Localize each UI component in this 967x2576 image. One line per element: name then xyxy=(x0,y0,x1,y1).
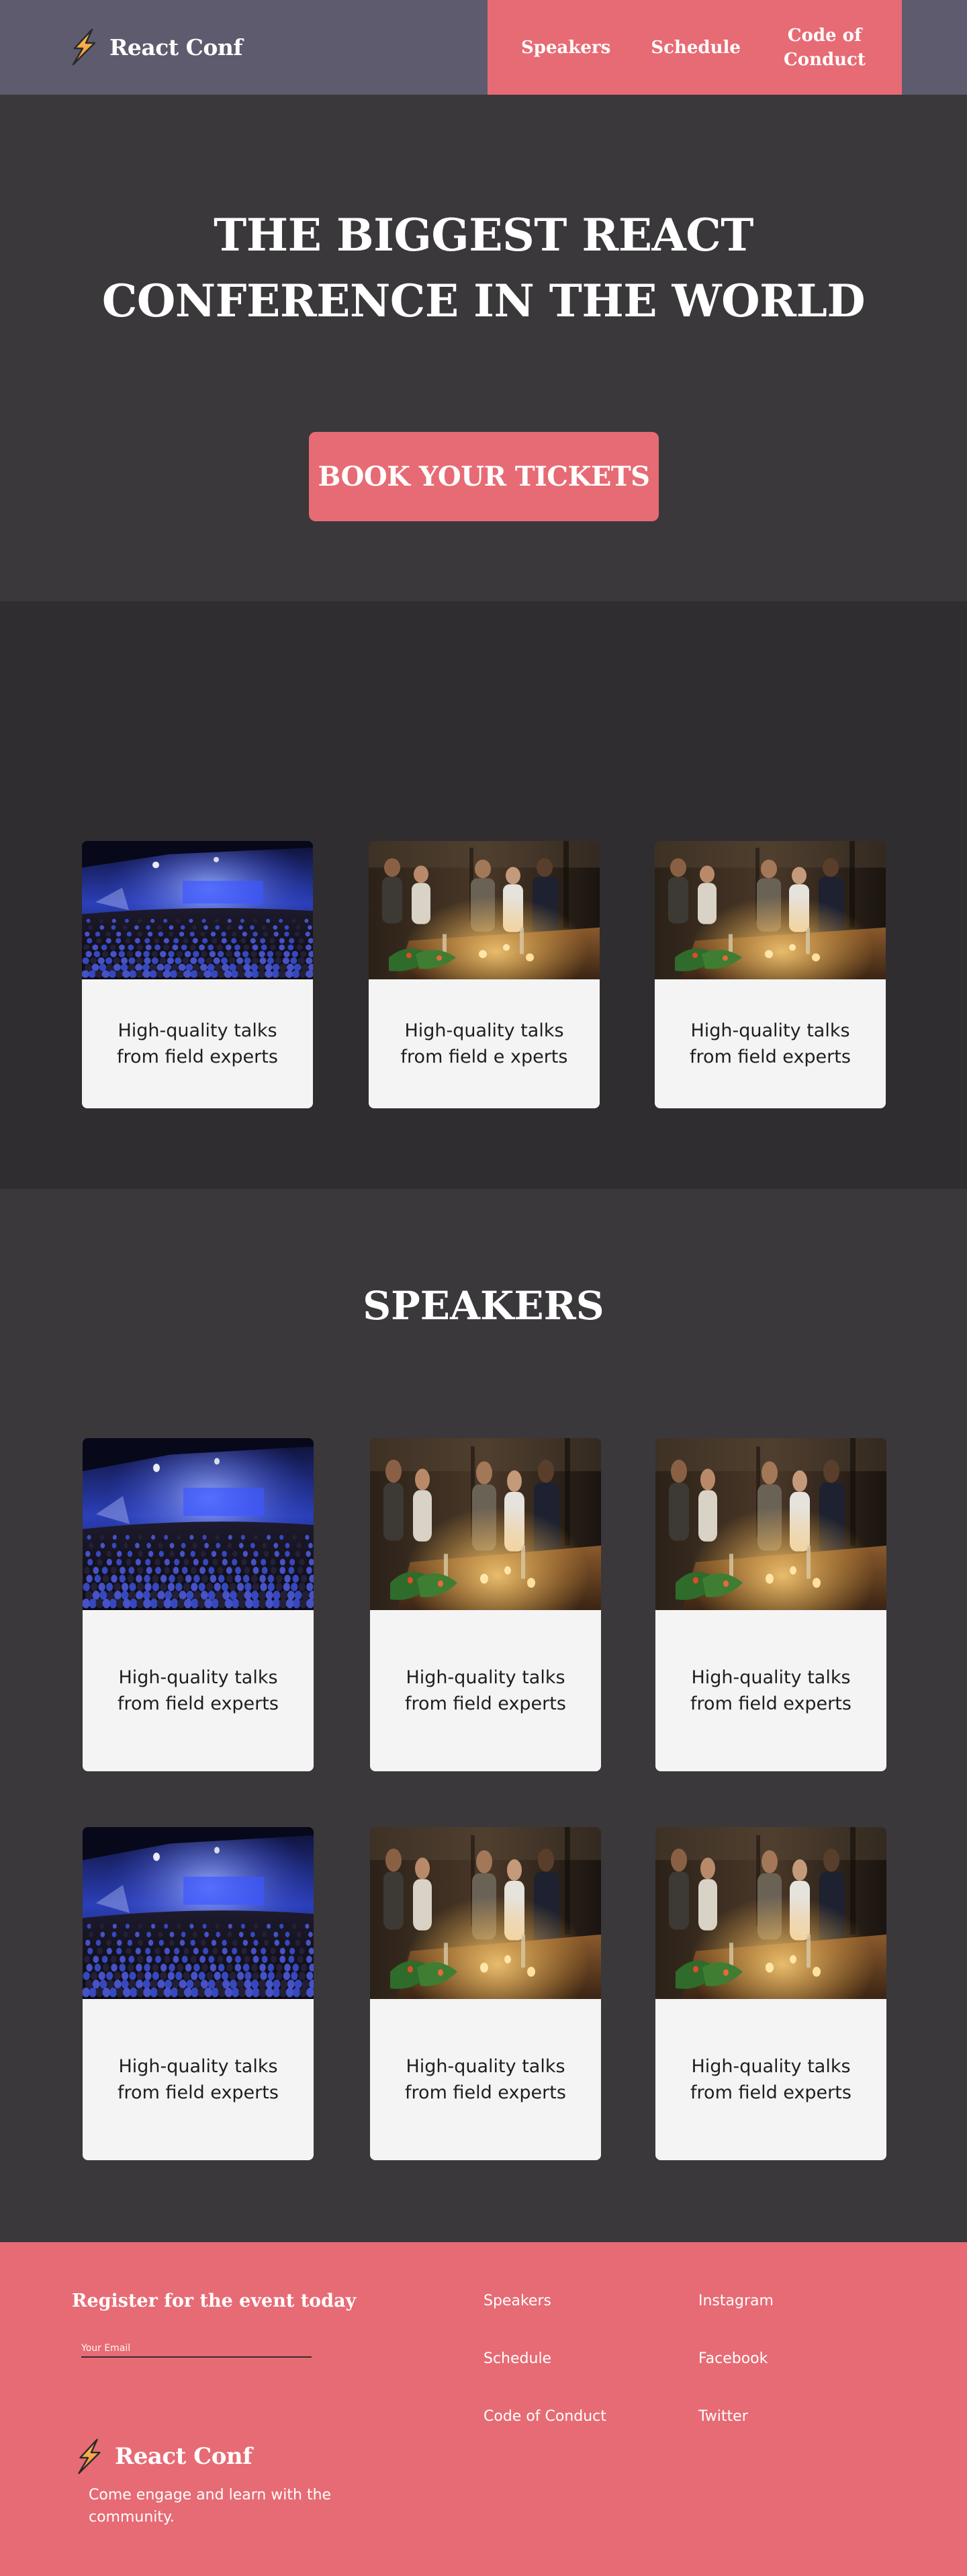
networking-photo xyxy=(655,1827,886,1999)
footer-link-speakers[interactable]: Speakers xyxy=(483,2293,551,2309)
footer-brand[interactable]: React Conf xyxy=(71,2438,252,2475)
auditorium-photo xyxy=(83,1827,314,1999)
footer-link-code-of-conduct[interactable]: Code of Conduct xyxy=(483,2408,606,2425)
networking-photo xyxy=(655,1438,886,1610)
features-section: High-quality talks from field experts Hi… xyxy=(0,601,967,1189)
footer: Register for the event today React Conf … xyxy=(0,2242,967,2576)
footer-brand-name: React Conf xyxy=(115,2443,252,2470)
book-tickets-button[interactable]: BOOK YOUR TICKETS xyxy=(309,432,659,521)
card-body: High-quality talks from field experts xyxy=(655,1999,886,2160)
feature-card: High-quality talks from field experts xyxy=(655,841,886,1108)
nav-link-code-of-conduct[interactable]: Code of Conduct xyxy=(781,24,868,72)
card-body: High-quality talks from field e xperts xyxy=(369,979,600,1108)
auditorium-photo xyxy=(83,1438,314,1610)
hero-title: THE BIGGEST REACT CONFERENCE IN THE WORL… xyxy=(101,209,866,327)
networking-photo xyxy=(370,1827,601,1999)
footer-link-twitter[interactable]: Twitter xyxy=(698,2408,748,2425)
card-text: High-quality talks from field experts xyxy=(118,2056,279,2103)
feature-card: High-quality talks from field e xperts xyxy=(369,841,600,1108)
card-body: High-quality talks from field experts xyxy=(82,979,313,1108)
feature-card: High-quality talks from field experts xyxy=(82,841,313,1108)
card-text: High-quality talks from field experts xyxy=(690,1020,851,1067)
nav-links: Speakers Schedule Code of Conduct xyxy=(488,0,902,95)
speaker-card: High-quality talks from field experts xyxy=(83,1827,314,2160)
footer-link-instagram[interactable]: Instagram xyxy=(698,2293,774,2309)
speaker-card: High-quality talks from field experts xyxy=(655,1827,886,2160)
networking-photo xyxy=(369,841,600,979)
footer-link-facebook[interactable]: Facebook xyxy=(698,2350,768,2367)
speakers-title: SPEAKERS xyxy=(363,1283,604,1329)
speaker-card: High-quality talks from field experts xyxy=(370,1827,601,2160)
speakers-section: SPEAKERS High-quality talks from field e… xyxy=(0,1189,967,2242)
speaker-card: High-quality talks from field experts xyxy=(655,1438,886,1771)
email-field[interactable] xyxy=(81,2340,312,2358)
card-text: High-quality talks from field experts xyxy=(690,1667,851,1714)
top-navigation: React Conf Speakers Schedule Code of Con… xyxy=(0,0,967,95)
nav-link-schedule[interactable]: Schedule xyxy=(651,36,741,60)
lightning-bolt-icon xyxy=(78,2438,101,2475)
card-body: High-quality talks from field experts xyxy=(370,1610,601,1771)
speaker-card: High-quality talks from field experts xyxy=(83,1438,314,1771)
card-body: High-quality talks from field experts xyxy=(370,1999,601,2160)
card-text: High-quality talks from field experts xyxy=(118,1667,279,1714)
card-text: High-quality talks from field e xperts xyxy=(400,1020,568,1067)
auditorium-photo xyxy=(82,841,313,979)
hero-section: THE BIGGEST REACT CONFERENCE IN THE WORL… xyxy=(0,95,967,601)
nav-link-speakers[interactable]: Speakers xyxy=(521,36,610,60)
speaker-card: High-quality talks from field experts xyxy=(370,1438,601,1771)
card-body: High-quality talks from field experts xyxy=(83,1999,314,2160)
card-text: High-quality talks from field experts xyxy=(690,2056,851,2103)
card-text: High-quality talks from field experts xyxy=(405,2056,566,2103)
card-body: High-quality talks from field experts xyxy=(655,979,886,1108)
footer-tagline: Come engage and learn with the community… xyxy=(89,2487,332,2526)
networking-photo xyxy=(655,841,886,979)
lightning-bolt-icon xyxy=(72,28,96,66)
card-body: High-quality talks from field experts xyxy=(655,1610,886,1771)
register-heading: Register for the event today xyxy=(72,2291,357,2311)
card-text: High-quality talks from field experts xyxy=(405,1667,566,1714)
networking-photo xyxy=(370,1438,601,1610)
brand-name: React Conf xyxy=(109,34,243,60)
card-body: High-quality talks from field experts xyxy=(83,1610,314,1771)
card-text: High-quality talks from field experts xyxy=(117,1020,278,1067)
brand-logo-link[interactable]: React Conf xyxy=(65,28,243,66)
footer-link-schedule[interactable]: Schedule xyxy=(483,2350,551,2367)
